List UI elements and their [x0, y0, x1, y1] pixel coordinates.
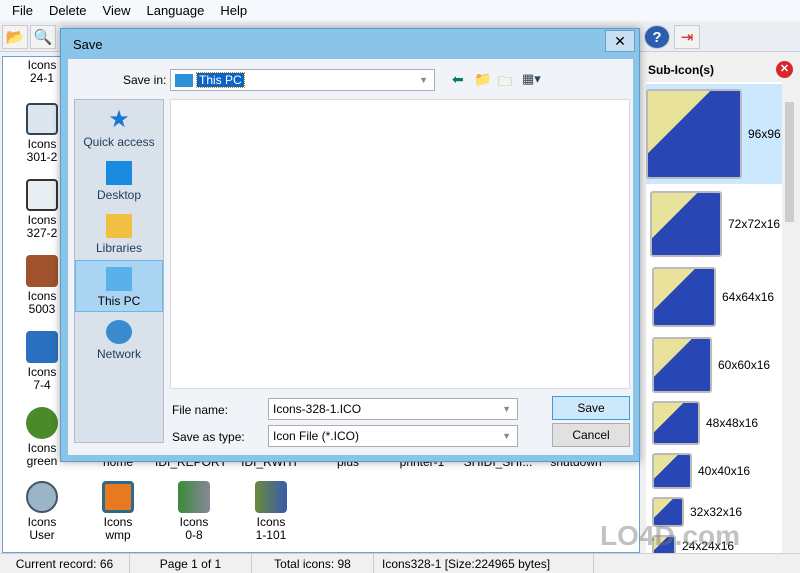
- save-in-value: This PC: [196, 72, 245, 88]
- sub-icon-list: 96x96 72x72x16 64x64x16 60x60x16 48x48x1…: [646, 82, 782, 553]
- monitor-icon: [646, 89, 742, 179]
- place-libraries[interactable]: Libraries: [75, 210, 163, 262]
- item-label: User: [29, 528, 55, 542]
- list-item[interactable]: Icons wmp: [83, 481, 153, 542]
- exit-icon[interactable]: ⇥: [674, 25, 700, 49]
- sub-icon-size: 64x64x16: [722, 290, 775, 304]
- computer-icon: [175, 73, 193, 87]
- close-button[interactable]: ✕: [605, 30, 635, 52]
- place-label: Libraries: [95, 241, 143, 255]
- item-label: 0-8: [185, 528, 203, 542]
- menu-language[interactable]: Language: [138, 3, 212, 18]
- save-in-label: Save in:: [123, 73, 167, 87]
- monitor-icon: [652, 267, 716, 327]
- save-in-select[interactable]: This PC ▼: [170, 69, 435, 91]
- view-menu-icon[interactable]: ▦▾: [522, 71, 541, 87]
- list-item[interactable]: Icons User: [7, 481, 77, 542]
- places-bar: ★ Quick access Desktop Libraries This PC …: [74, 99, 164, 443]
- firewall-icon: [26, 255, 58, 287]
- status-file: Icons328-1 [Size:224965 bytes]: [374, 554, 594, 573]
- save-type-select[interactable]: Icon File (*.ICO) ▼: [268, 425, 518, 447]
- green-creature-icon: [26, 407, 58, 439]
- libraries-icon: [106, 214, 132, 238]
- sub-icon-size: 60x60x16: [718, 358, 771, 372]
- file-name-input[interactable]: Icons-328-1.ICO ▼: [268, 398, 518, 420]
- magnifier-icon: [26, 179, 58, 211]
- file-name-label: File name:: [172, 403, 229, 417]
- chart-icon: [26, 103, 58, 135]
- status-page: Page 1 of 1: [130, 554, 252, 573]
- back-icon[interactable]: ⬅: [452, 71, 464, 88]
- sub-icon-item[interactable]: 96x96: [646, 84, 782, 184]
- place-label: Quick access: [83, 135, 155, 149]
- user-icon: [26, 481, 58, 513]
- place-label: Network: [96, 347, 141, 361]
- star-icon: ★: [108, 106, 130, 133]
- save-dialog: Save ✕ Save in: This PC ▼ ⬅ 📁 🗀 ▦▾ ★ Quic…: [60, 28, 640, 462]
- sub-icon-item[interactable]: 64x64x16: [646, 264, 782, 330]
- place-network[interactable]: Network: [75, 316, 163, 368]
- save-type-value: Icon File (*.ICO): [273, 429, 360, 443]
- cancel-button[interactable]: Cancel: [552, 423, 630, 447]
- item-label: wmp: [105, 528, 131, 542]
- sub-icon-size: 72x72x16: [728, 217, 781, 231]
- media-player-icon: [102, 481, 134, 513]
- network-computers-icon: [26, 331, 58, 363]
- menu-delete[interactable]: Delete: [41, 3, 95, 18]
- status-total: Total icons: 98: [252, 554, 374, 573]
- sub-icon-item[interactable]: 60x60x16: [646, 334, 782, 396]
- dialog-title: Save: [73, 37, 103, 52]
- help-icon[interactable]: ?: [644, 25, 670, 49]
- sub-icon-title: Sub-Icon(s): [648, 63, 714, 77]
- chevron-down-icon[interactable]: ▼: [502, 404, 511, 414]
- sub-icon-size: 40x40x16: [698, 464, 751, 478]
- place-this-pc[interactable]: This PC: [75, 260, 163, 312]
- sub-icon-item[interactable]: 48x48x16: [646, 398, 782, 448]
- up-folder-icon[interactable]: 📁: [474, 71, 491, 88]
- menu-help[interactable]: Help: [212, 3, 255, 18]
- status-record: Current record: 66: [0, 554, 130, 573]
- sub-icon-size: 96x96: [748, 127, 781, 141]
- watermark-logo: LO4D.com: [600, 520, 741, 551]
- chevron-down-icon: ▼: [502, 431, 511, 441]
- monitor-icon: [652, 453, 692, 489]
- place-label: Desktop: [96, 188, 142, 202]
- monitor-icon: [652, 337, 712, 393]
- menu-view[interactable]: View: [95, 3, 139, 18]
- list-item[interactable]: Icons 0-8: [159, 481, 229, 542]
- file-list[interactable]: [170, 99, 630, 389]
- scrollbar-thumb[interactable]: [785, 102, 794, 222]
- server-globe-icon: [178, 481, 210, 513]
- save-button[interactable]: Save: [552, 396, 630, 420]
- chevron-down-icon: ▼: [419, 75, 428, 85]
- menu-file[interactable]: File: [4, 3, 41, 18]
- sub-icon-size: 48x48x16: [706, 416, 759, 430]
- place-label: This PC: [97, 294, 141, 308]
- sub-icon-item[interactable]: 72x72x16: [646, 188, 782, 260]
- network-icon: [106, 320, 132, 344]
- monitor-icon: [652, 401, 700, 445]
- sub-icon-scrollbar[interactable]: [782, 82, 797, 553]
- users-shield-icon: [255, 481, 287, 513]
- place-desktop[interactable]: Desktop: [75, 157, 163, 209]
- open-folder-icon[interactable]: 📂: [2, 25, 28, 49]
- new-folder-icon[interactable]: 🗀: [498, 71, 512, 95]
- sub-icon-size: 32x32x16: [690, 505, 743, 519]
- close-icon[interactable]: ✕: [776, 61, 793, 78]
- search-icon[interactable]: 🔍: [30, 25, 56, 49]
- dialog-body: Save in: This PC ▼ ⬅ 📁 🗀 ▦▾ ★ Quick acces…: [68, 59, 633, 455]
- save-type-label: Save as type:: [172, 430, 245, 444]
- list-item[interactable]: Icons 1-101: [236, 481, 306, 542]
- computer-icon: [106, 267, 132, 291]
- sub-icon-item[interactable]: 40x40x16: [646, 450, 782, 492]
- place-quick-access[interactable]: ★ Quick access: [75, 104, 163, 156]
- desktop-icon: [106, 161, 132, 185]
- menu-bar: File Delete View Language Help: [0, 0, 800, 21]
- monitor-icon: [650, 191, 722, 257]
- item-label: 1-101: [255, 528, 287, 542]
- file-name-value: Icons-328-1.ICO: [273, 402, 362, 416]
- status-bar: Current record: 66 Page 1 of 1 Total ico…: [0, 553, 800, 573]
